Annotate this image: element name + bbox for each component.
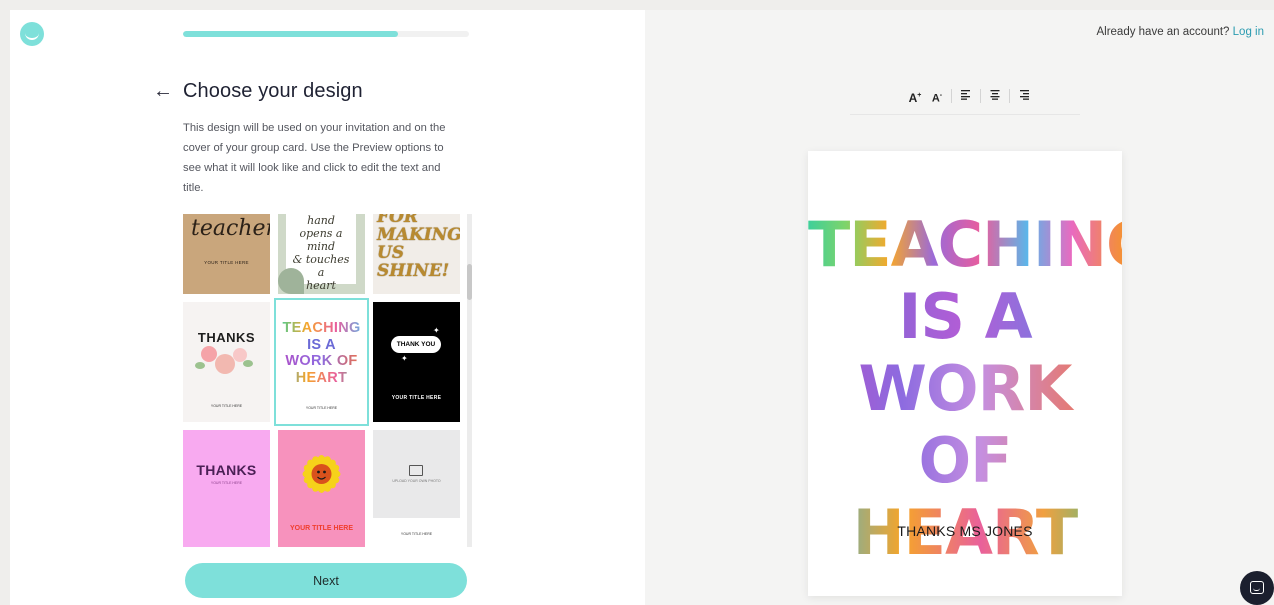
account-prompt: Already have an account? Log in [1096, 26, 1264, 38]
design-pink-subtitle: YOUR TITLE HERE [210, 481, 243, 485]
preview-line3: WORK OF [808, 353, 1122, 497]
design-floral-subtitle: YOUR TITLE HERE [210, 404, 243, 408]
design-teach-line4: HEART [278, 370, 365, 387]
toolbar-divider [1009, 89, 1010, 103]
design-black-subtitle: YOUR TITLE HERE [391, 395, 442, 401]
preview-panel: Already have an account? Log in A+ A- TE… [645, 10, 1274, 605]
increase-font-icon[interactable]: A+ [904, 87, 926, 105]
progress-fill [183, 31, 398, 37]
sparkle-icon: ✦ [433, 326, 440, 335]
progress-bar [183, 31, 469, 37]
design-thumb-sage-quote[interactable]: hand opens a mind & touches a heart [278, 214, 365, 294]
toolbar-divider [980, 89, 981, 103]
scrollbar-thumb[interactable] [467, 264, 472, 300]
align-right-icon[interactable] [1013, 87, 1035, 105]
design-thumb-gold-shine[interactable]: FOR MAKING US SHINE! [373, 214, 460, 294]
leaf-icon [243, 360, 253, 367]
align-left-icon[interactable] [955, 87, 977, 105]
design-thumb-kraft-teacher[interactable]: teacher YOUR TITLE HERE [183, 214, 270, 294]
preview-line1: TEACHING [808, 208, 1157, 281]
design-thumb-floral-thanks[interactable]: THANKS YOUR TITLE HERE [183, 302, 270, 422]
page-title: Choose your design [183, 80, 363, 102]
design-teach-subtitle: YOUR TITLE HERE [305, 406, 338, 410]
design-teach-line1: TEACHING [278, 320, 365, 337]
align-left-glyph [961, 90, 970, 100]
design-teach-line3: WORK OF [278, 353, 365, 370]
app-frame: ← Choose your design This design will be… [10, 10, 1274, 605]
design-photo-subtitle: YOUR TITLE HERE [400, 532, 433, 536]
design-panel: ← Choose your design This design will be… [10, 10, 645, 605]
design-kraft-subtitle: YOUR TITLE HERE [204, 260, 249, 265]
chat-icon [1250, 581, 1264, 594]
image-icon [409, 465, 423, 476]
design-teach-line2: IS A [307, 336, 336, 353]
brand-logo-icon[interactable] [20, 22, 44, 46]
preview-line2: IS A [808, 281, 1122, 353]
toolbar-underline [850, 114, 1080, 115]
design-sun-subtitle: YOUR TITLE HERE [289, 525, 353, 532]
chat-button[interactable] [1240, 571, 1274, 605]
design-floral-word: THANKS [197, 330, 256, 345]
design-thumb-pink-thanks[interactable]: THANKS YOUR TITLE HERE [183, 430, 270, 547]
design-kraft-script: teacher [191, 216, 270, 241]
design-thumb-teaching-heart[interactable]: TEACHING IS A WORK OF HEART YOUR TITLE H… [274, 298, 369, 426]
account-prompt-text: Already have an account? [1096, 26, 1230, 38]
next-button[interactable]: Next [185, 563, 467, 598]
preview-title[interactable]: TEACHING IS A WORK OF HEART [808, 208, 1157, 569]
design-grid-scrollbar[interactable] [467, 214, 472, 547]
back-arrow-icon[interactable]: ← [153, 79, 175, 103]
align-right-glyph [1020, 90, 1029, 100]
decrease-font-icon[interactable]: A- [926, 87, 948, 105]
upload-photo-label: UPLOAD YOUR OWN PHOTO [392, 479, 441, 483]
align-center-icon[interactable] [984, 87, 1006, 105]
card-preview[interactable]: TEACHING IS A WORK OF HEART THANKS MS JO… [808, 151, 1157, 596]
leaf-icon [195, 362, 205, 369]
design-gold-text: FOR MAKING US SHINE! [377, 214, 460, 281]
design-thumb-sunflower[interactable]: YOUR TITLE HERE [278, 430, 365, 547]
leaf-icon [278, 268, 304, 294]
design-grid: teacher YOUR TITLE HERE hand opens a min… [183, 214, 473, 547]
flower-icon [215, 354, 235, 374]
design-thumb-black-thankyou[interactable]: THANK YOU ✦ ✦ YOUR TITLE HERE [373, 302, 460, 422]
toolbar-divider [951, 89, 952, 103]
design-teach-title: TEACHING IS A WORK OF HEART [278, 320, 365, 386]
sparkle-icon: ✦ [401, 354, 408, 363]
flower-icon [201, 346, 217, 362]
preview-subtitle[interactable]: THANKS MS JONES [808, 523, 1122, 539]
design-black-bubble: THANK YOU [391, 336, 441, 353]
align-center-glyph [990, 90, 1000, 100]
login-link[interactable]: Log in [1233, 26, 1264, 38]
design-pink-word: THANKS [196, 462, 257, 478]
text-toolbar: A+ A- [904, 87, 1035, 105]
design-thumb-upload-photo[interactable]: UPLOAD YOUR OWN PHOTO YOUR TITLE HERE [373, 430, 460, 547]
page-description: This design will be used on your invitat… [183, 122, 446, 194]
sunflower-icon [302, 455, 341, 493]
